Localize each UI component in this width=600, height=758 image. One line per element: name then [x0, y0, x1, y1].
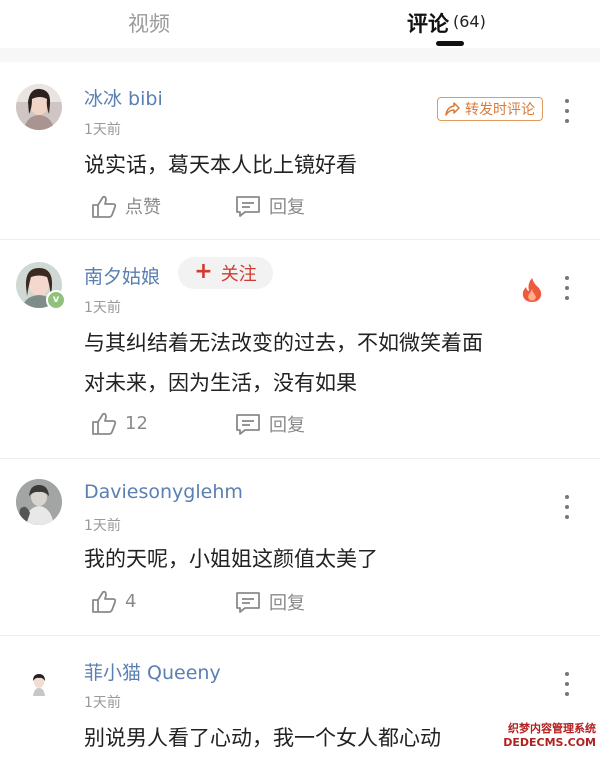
like-button[interactable]: 4	[91, 589, 136, 614]
like-count: 4	[125, 591, 137, 612]
comment-text-line: 与其纠结着无法改变的过去，不如微笑着面	[84, 331, 483, 355]
comment-text: 说实话，葛天本人比上镜好看	[84, 153, 357, 177]
section-divider	[0, 48, 600, 62]
active-tab-indicator	[436, 41, 464, 46]
share-arrow-icon	[445, 102, 460, 116]
comment-time: 1天前	[84, 695, 121, 711]
username[interactable]: Daviesonyglehm	[84, 481, 243, 503]
comment-text: 我的天呢，小姐姐这颜值太美了	[84, 547, 378, 571]
follow-label: 关注	[220, 264, 257, 285]
reply-label: 回复	[269, 593, 305, 614]
comment-item: 冰冰 bibi 1天前 转发时评论 说实话，葛天本人比上镜好看 点赞 回复	[0, 62, 600, 240]
watermark-line: DEDECMS.COM	[503, 736, 596, 749]
tab-comments-count: (64)	[453, 11, 486, 31]
comment-reply-icon	[236, 414, 260, 435]
comment-time: 1天前	[84, 300, 121, 316]
tab-video-label: 视频	[128, 12, 170, 36]
plus-icon: +	[194, 259, 213, 284]
like-button[interactable]: 点赞	[91, 193, 161, 219]
tab-comments-label: 评论	[407, 12, 449, 36]
tab-bar: 视频 评论 (64)	[0, 0, 600, 49]
reply-button[interactable]: 回复	[235, 193, 305, 219]
verified-badge: v	[46, 290, 66, 310]
comment-item: v 南夕姑娘 + 关注 1天前 与其纠结着无法改变的过去，不如微笑着面 对未来，…	[0, 240, 600, 459]
like-button[interactable]: 12	[91, 411, 148, 436]
comment-reply-icon	[236, 592, 260, 613]
username[interactable]: 菲小猫 Queeny	[84, 658, 221, 685]
more-vertical-icon[interactable]	[557, 670, 577, 698]
comment-reply-icon	[236, 196, 260, 217]
more-vertical-icon[interactable]	[557, 493, 577, 521]
reply-label: 回复	[269, 197, 305, 218]
tab-comments[interactable]: 评论 (64)	[407, 6, 486, 40]
reply-label: 回复	[269, 415, 305, 436]
comment-text: 与其纠结着无法改变的过去，不如微笑着面 对未来，因为生活，没有如果	[84, 323, 564, 403]
comment-time: 1天前	[84, 122, 121, 138]
more-vertical-icon[interactable]	[557, 274, 577, 302]
watermark: 织梦内容管理系统 DEDECMS.COM	[488, 722, 596, 750]
repost-comment-button[interactable]: 转发时评论	[437, 97, 543, 121]
comment-item: Daviesonyglehm 1天前 我的天呢，小姐姐这颜值太美了 4 回复	[0, 459, 600, 636]
comment-text-line: 对未来，因为生活，没有如果	[84, 371, 357, 395]
like-label: 点赞	[125, 197, 161, 218]
avatar[interactable]	[16, 662, 62, 708]
tab-video[interactable]: 视频	[128, 6, 170, 40]
follow-button[interactable]: + 关注	[178, 257, 273, 289]
reply-button[interactable]: 回复	[235, 589, 305, 615]
thumbs-up-icon	[92, 590, 117, 613]
username[interactable]: 南夕姑娘	[84, 262, 160, 289]
avatar[interactable]	[16, 84, 62, 130]
avatar[interactable]	[16, 479, 62, 525]
thumbs-up-icon	[92, 195, 117, 218]
thumbs-up-icon	[92, 412, 117, 435]
fire-icon	[522, 278, 542, 302]
more-vertical-icon[interactable]	[557, 97, 577, 125]
repost-label: 转发时评论	[465, 102, 535, 118]
comment-time: 1天前	[84, 518, 121, 534]
reply-button[interactable]: 回复	[235, 411, 305, 437]
username[interactable]: 冰冰 bibi	[84, 84, 163, 111]
like-count: 12	[125, 413, 148, 434]
watermark-line: 织梦内容管理系统	[508, 722, 596, 735]
